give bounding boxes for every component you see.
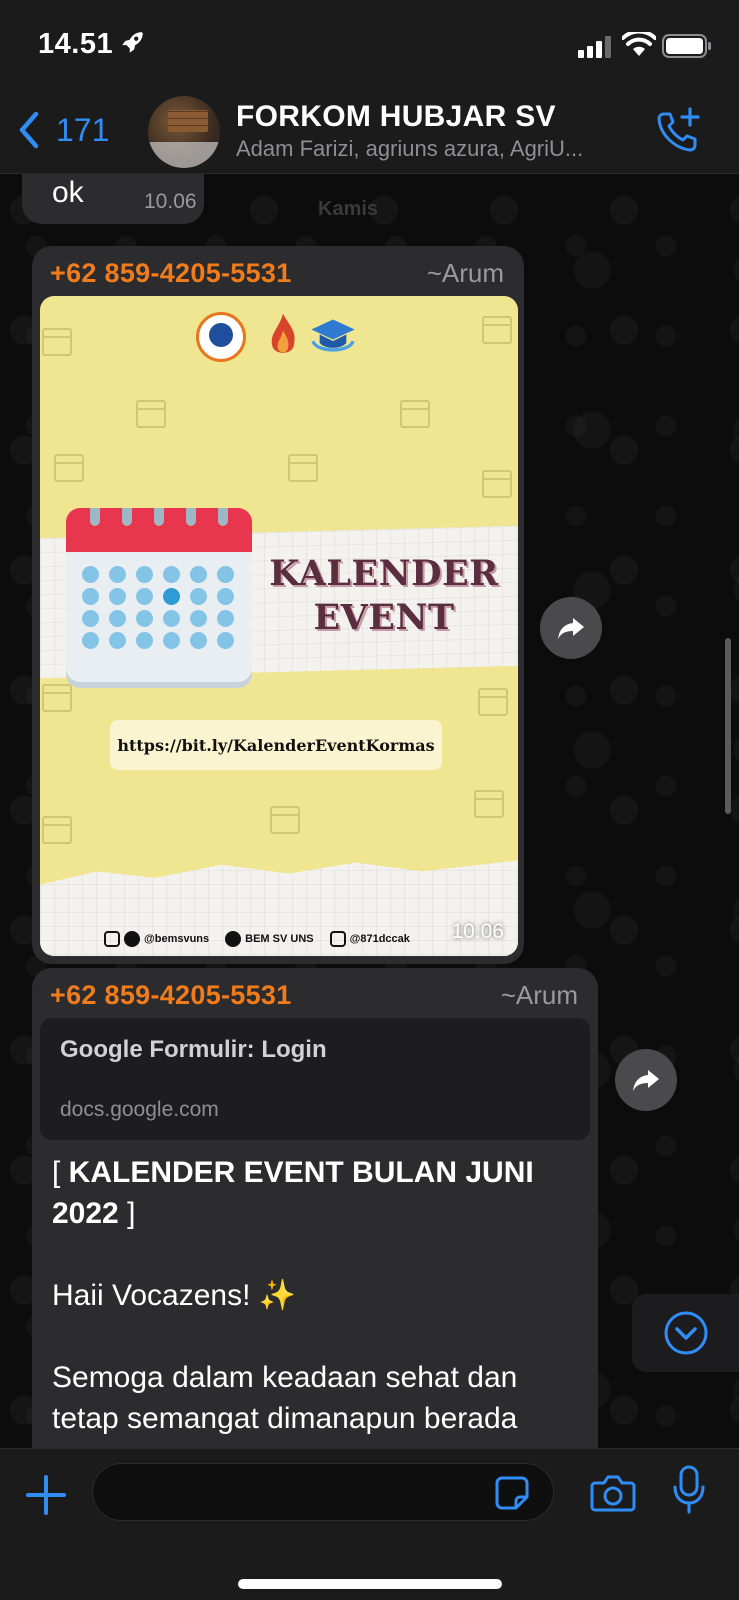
message-bubble-ok[interactable]: ok 10.06: [22, 174, 204, 224]
add-call-icon[interactable]: [654, 106, 704, 156]
flame-logo: [271, 313, 295, 353]
message-time: 10.06: [144, 190, 197, 213]
calendar-illustration: [66, 508, 252, 682]
graduation-cap-logo: [311, 319, 355, 352]
message-time: 10.06: [451, 920, 504, 943]
spotify-icon: [225, 931, 242, 947]
poster-title: KALENDER EVENT: [252, 552, 516, 640]
scrollbar[interactable]: [725, 638, 731, 814]
forward-icon: [558, 618, 584, 639]
sender-phone[interactable]: +62 859-4205-5531: [50, 980, 292, 1011]
forward-icon: [633, 1070, 659, 1091]
sender-alias: ~Arum: [426, 258, 504, 288]
line-icon: [329, 931, 346, 947]
twitter-icon: [124, 931, 140, 947]
back-button[interactable]: 171: [16, 110, 109, 150]
poster-url: https://bit.ly/KalenderEventKormas: [110, 720, 442, 770]
social-line: @871dccak: [349, 933, 410, 945]
poster-title-line1: KALENDER: [269, 553, 499, 594]
chevron-left-icon: [19, 111, 39, 149]
message-paragraph: Semoga dalam keadaan sehat dan tetap sem…: [52, 1361, 526, 1435]
chat-area[interactable]: Kamis ok 10.06 +62 859-4205-5531 ~Arum K…: [0, 174, 739, 1448]
chat-header: 171 FORKOM HUBJAR SV Adam Farizi, agriun…: [0, 92, 739, 174]
message-input[interactable]: [92, 1463, 554, 1521]
group-title[interactable]: FORKOM HUBJAR SV: [236, 100, 556, 134]
rocket-icon: [122, 32, 143, 53]
message-heading-open: [: [52, 1156, 69, 1189]
link-title: Google Formulir: Login: [60, 1036, 327, 1063]
microphone-icon[interactable]: [672, 1465, 706, 1515]
cellular-signal-icon: [578, 36, 611, 58]
group-members[interactable]: Adam Farizi, agriuns azura, AgriU...: [236, 136, 583, 162]
forward-button[interactable]: [540, 597, 602, 659]
image-message-bubble[interactable]: +62 859-4205-5531 ~Arum KALENDER EVENT h…: [32, 246, 524, 964]
battery-icon: [662, 34, 711, 58]
link-preview-card[interactable]: Google Formulir: Login docs.google.com: [40, 1018, 590, 1140]
message-greeting: Haii Vocazens! ✨: [52, 1279, 297, 1312]
status-bar: 14.51: [0, 0, 739, 92]
message-text: ok: [52, 176, 84, 209]
university-logo: [196, 312, 246, 362]
chevron-down-circle-icon: [664, 1311, 708, 1355]
sender-alias: ~Arum: [500, 980, 578, 1010]
poster-image[interactable]: KALENDER EVENT https://bit.ly/KalenderEv…: [40, 296, 518, 956]
instagram-icon: [104, 931, 120, 947]
scroll-to-bottom-button[interactable]: [632, 1294, 739, 1372]
link-domain: docs.google.com: [60, 1098, 219, 1121]
poster-socials: @bemsvuns BEM SV UNS @871dccak: [104, 928, 450, 950]
wifi-icon: [622, 32, 656, 56]
group-avatar[interactable]: [148, 96, 220, 168]
message-body: [ KALENDER EVENT BULAN JUNI 2022 ] Haii …: [52, 1152, 572, 1439]
forward-button[interactable]: [615, 1049, 677, 1111]
plus-icon[interactable]: [24, 1473, 68, 1517]
sender-phone[interactable]: +62 859-4205-5531: [50, 258, 292, 289]
unread-count: 171: [56, 111, 110, 148]
message-input-bar: [0, 1448, 739, 1600]
poster-title-line2: EVENT: [313, 597, 455, 638]
camera-icon[interactable]: [590, 1471, 636, 1515]
message-heading-close: ]: [118, 1197, 136, 1230]
date-chip: Kamis: [318, 198, 379, 220]
sticker-icon[interactable]: [494, 1475, 530, 1511]
social-spotify: BEM SV UNS: [245, 933, 314, 945]
home-indicator[interactable]: [238, 1579, 502, 1589]
status-time: 14.51: [38, 28, 114, 60]
social-handle: @bemsvuns: [144, 933, 210, 945]
text-message-bubble[interactable]: +62 859-4205-5531 ~Arum Google Formulir:…: [32, 968, 598, 1448]
